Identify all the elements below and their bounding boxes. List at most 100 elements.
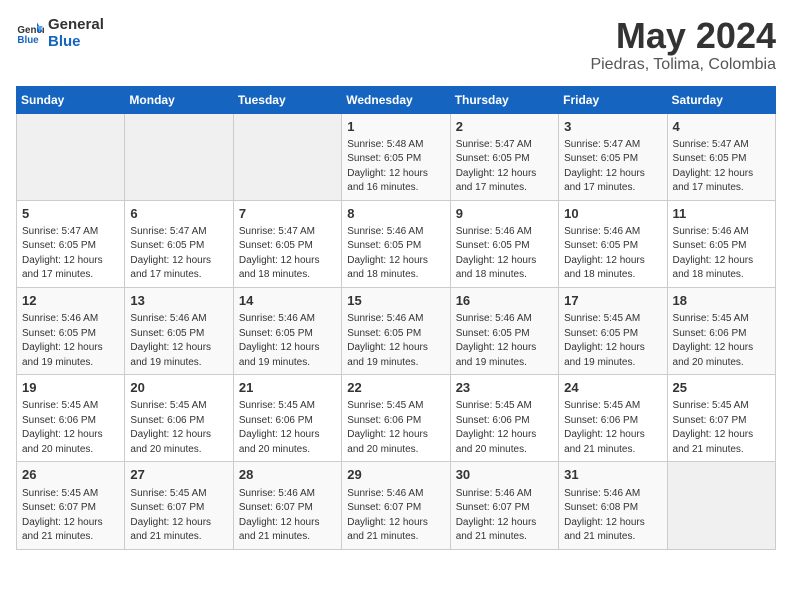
calendar-week-row: 19Sunrise: 5:45 AM Sunset: 6:06 PM Dayli… — [17, 375, 776, 462]
calendar-cell: 6 Sunrise: 5:47 AM Sunset: 6:05 PM Daylig… — [125, 200, 233, 287]
calendar-cell: 19Sunrise: 5:45 AM Sunset: 6:06 PM Dayli… — [17, 375, 125, 462]
calendar-cell: 25 Sunrise: 5:45 AM Sunset: 6:07 PM Dayli… — [667, 375, 775, 462]
day-number: 30 — [456, 466, 553, 484]
calendar-table: SundayMondayTuesdayWednesdayThursdayFrid… — [16, 86, 776, 550]
calendar-cell: 30 Sunrise: 5:46 AM Sunset: 6:07 PM Dayli… — [450, 462, 558, 549]
calendar-week-row: 12 Sunrise: 5:46 AM Sunset: 6:05 PM Dayli… — [17, 287, 776, 374]
day-info: Sunrise: 5:46 AM Sunset: 6:07 PM Dayligh… — [456, 487, 553, 545]
day-info: Sunrise: 5:46 AM Sunset: 6:08 PM Dayligh… — [564, 487, 661, 545]
calendar-cell: 15 Sunrise: 5:46 AM Sunset: 6:05 PM Dayli… — [342, 287, 450, 374]
calendar-cell: 28 Sunrise: 5:46 AM Sunset: 6:07 PM Dayli… — [233, 462, 341, 549]
day-info: Sunrise: 5:45 AM Sunset: 6:06 PM Dayligh… — [239, 399, 336, 457]
day-number: 6 — [130, 205, 227, 223]
day-number: 25 — [673, 379, 770, 397]
calendar-cell: 12 Sunrise: 5:46 AM Sunset: 6:05 PM Dayli… — [17, 287, 125, 374]
calendar-cell: 22 Sunrise: 5:45 AM Sunset: 6:06 PM Dayli… — [342, 375, 450, 462]
location: Piedras, Tolima, Colombia — [590, 56, 776, 74]
day-info: Sunrise: 5:45 AM Sunset: 6:05 PM Dayligh… — [564, 312, 661, 370]
calendar-cell: 16Sunrise: 5:46 AM Sunset: 6:05 PM Dayli… — [450, 287, 558, 374]
day-number: 28 — [239, 466, 336, 484]
calendar-cell — [233, 113, 341, 200]
weekday-header-row: SundayMondayTuesdayWednesdayThursdayFrid… — [17, 86, 776, 113]
day-number: 12 — [22, 292, 119, 310]
day-info: Sunrise: 5:47 AM Sunset: 6:05 PM Dayligh… — [239, 225, 336, 283]
day-info: Sunrise: 5:46 AM Sunset: 6:05 PM Dayligh… — [130, 312, 227, 370]
day-info: Sunrise: 5:47 AM Sunset: 6:05 PM Dayligh… — [564, 138, 661, 196]
logo-general: General — [48, 16, 104, 33]
day-info: Sunrise: 5:48 AM Sunset: 6:05 PM Dayligh… — [347, 138, 444, 196]
weekday-header-wednesday: Wednesday — [342, 86, 450, 113]
day-info: Sunrise: 5:45 AM Sunset: 6:06 PM Dayligh… — [22, 399, 119, 457]
svg-text:Blue: Blue — [17, 35, 39, 46]
day-number: 26 — [22, 466, 119, 484]
calendar-cell: 13 Sunrise: 5:46 AM Sunset: 6:05 PM Dayli… — [125, 287, 233, 374]
calendar-cell: 21 Sunrise: 5:45 AM Sunset: 6:06 PM Dayli… — [233, 375, 341, 462]
day-number: 11 — [673, 205, 770, 223]
day-info: Sunrise: 5:45 AM Sunset: 6:06 PM Dayligh… — [564, 399, 661, 457]
calendar-cell: 17 Sunrise: 5:45 AM Sunset: 6:05 PM Dayli… — [559, 287, 667, 374]
calendar-cell: 4 Sunrise: 5:47 AM Sunset: 6:05 PM Daylig… — [667, 113, 775, 200]
calendar-cell: 3 Sunrise: 5:47 AM Sunset: 6:05 PM Daylig… — [559, 113, 667, 200]
day-number: 18 — [673, 292, 770, 310]
day-info: Sunrise: 5:47 AM Sunset: 6:05 PM Dayligh… — [130, 225, 227, 283]
day-info: Sunrise: 5:46 AM Sunset: 6:05 PM Dayligh… — [347, 225, 444, 283]
calendar-cell: 23Sunrise: 5:45 AM Sunset: 6:06 PM Dayli… — [450, 375, 558, 462]
day-info: Sunrise: 5:46 AM Sunset: 6:05 PM Dayligh… — [456, 225, 553, 283]
calendar-cell: 20 Sunrise: 5:45 AM Sunset: 6:06 PM Dayli… — [125, 375, 233, 462]
day-info: Sunrise: 5:46 AM Sunset: 6:05 PM Dayligh… — [22, 312, 119, 370]
day-number: 13 — [130, 292, 227, 310]
calendar-cell: 2Sunrise: 5:47 AM Sunset: 6:05 PM Daylig… — [450, 113, 558, 200]
day-info: Sunrise: 5:46 AM Sunset: 6:07 PM Dayligh… — [347, 487, 444, 545]
day-number: 3 — [564, 118, 661, 136]
calendar-cell: 29 Sunrise: 5:46 AM Sunset: 6:07 PM Dayli… — [342, 462, 450, 549]
calendar-cell — [125, 113, 233, 200]
day-number: 4 — [673, 118, 770, 136]
calendar-cell: 24 Sunrise: 5:45 AM Sunset: 6:06 PM Dayli… — [559, 375, 667, 462]
calendar-cell: 1 Sunrise: 5:48 AM Sunset: 6:05 PM Daylig… — [342, 113, 450, 200]
header: General Blue General Blue May 2024 Piedr… — [16, 16, 776, 74]
day-info: Sunrise: 5:45 AM Sunset: 6:07 PM Dayligh… — [130, 487, 227, 545]
calendar-cell: 18 Sunrise: 5:45 AM Sunset: 6:06 PM Dayli… — [667, 287, 775, 374]
day-number: 21 — [239, 379, 336, 397]
day-number: 1 — [347, 118, 444, 136]
day-number: 10 — [564, 205, 661, 223]
day-number: 8 — [347, 205, 444, 223]
day-info: Sunrise: 5:45 AM Sunset: 6:06 PM Dayligh… — [456, 399, 553, 457]
weekday-header-monday: Monday — [125, 86, 233, 113]
day-info: Sunrise: 5:45 AM Sunset: 6:06 PM Dayligh… — [673, 312, 770, 370]
day-info: Sunrise: 5:45 AM Sunset: 6:06 PM Dayligh… — [347, 399, 444, 457]
calendar-cell: 11 Sunrise: 5:46 AM Sunset: 6:05 PM Dayli… — [667, 200, 775, 287]
calendar-cell: 8 Sunrise: 5:46 AM Sunset: 6:05 PM Daylig… — [342, 200, 450, 287]
calendar-week-row: 26 Sunrise: 5:45 AM Sunset: 6:07 PM Dayli… — [17, 462, 776, 549]
calendar-cell: 5Sunrise: 5:47 AM Sunset: 6:05 PM Daylig… — [17, 200, 125, 287]
calendar-cell — [17, 113, 125, 200]
day-info: Sunrise: 5:46 AM Sunset: 6:05 PM Dayligh… — [673, 225, 770, 283]
day-number: 17 — [564, 292, 661, 310]
day-info: Sunrise: 5:45 AM Sunset: 6:07 PM Dayligh… — [673, 399, 770, 457]
calendar-cell: 26Sunrise: 5:45 AM Sunset: 6:07 PM Dayli… — [17, 462, 125, 549]
calendar-cell — [667, 462, 775, 549]
day-number: 15 — [347, 292, 444, 310]
day-info: Sunrise: 5:46 AM Sunset: 6:05 PM Dayligh… — [456, 312, 553, 370]
calendar-cell: 14Sunrise: 5:46 AM Sunset: 6:05 PM Dayli… — [233, 287, 341, 374]
day-info: Sunrise: 5:46 AM Sunset: 6:05 PM Dayligh… — [564, 225, 661, 283]
day-number: 22 — [347, 379, 444, 397]
day-info: Sunrise: 5:46 AM Sunset: 6:05 PM Dayligh… — [347, 312, 444, 370]
calendar-cell: 27Sunrise: 5:45 AM Sunset: 6:07 PM Dayli… — [125, 462, 233, 549]
calendar-cell: 31 Sunrise: 5:46 AM Sunset: 6:08 PM Dayli… — [559, 462, 667, 549]
day-number: 31 — [564, 466, 661, 484]
logo-icon: General Blue — [16, 19, 44, 47]
day-number: 24 — [564, 379, 661, 397]
logo-blue: Blue — [48, 33, 104, 50]
day-number: 29 — [347, 466, 444, 484]
weekday-header-friday: Friday — [559, 86, 667, 113]
month-year: May 2024 — [590, 16, 776, 56]
day-info: Sunrise: 5:45 AM Sunset: 6:06 PM Dayligh… — [130, 399, 227, 457]
day-info: Sunrise: 5:47 AM Sunset: 6:05 PM Dayligh… — [22, 225, 119, 283]
day-info: Sunrise: 5:47 AM Sunset: 6:05 PM Dayligh… — [673, 138, 770, 196]
calendar-cell: 7 Sunrise: 5:47 AM Sunset: 6:05 PM Daylig… — [233, 200, 341, 287]
day-number: 20 — [130, 379, 227, 397]
calendar-cell: 10 Sunrise: 5:46 AM Sunset: 6:05 PM Dayli… — [559, 200, 667, 287]
day-info: Sunrise: 5:46 AM Sunset: 6:07 PM Dayligh… — [239, 487, 336, 545]
day-number: 7 — [239, 205, 336, 223]
